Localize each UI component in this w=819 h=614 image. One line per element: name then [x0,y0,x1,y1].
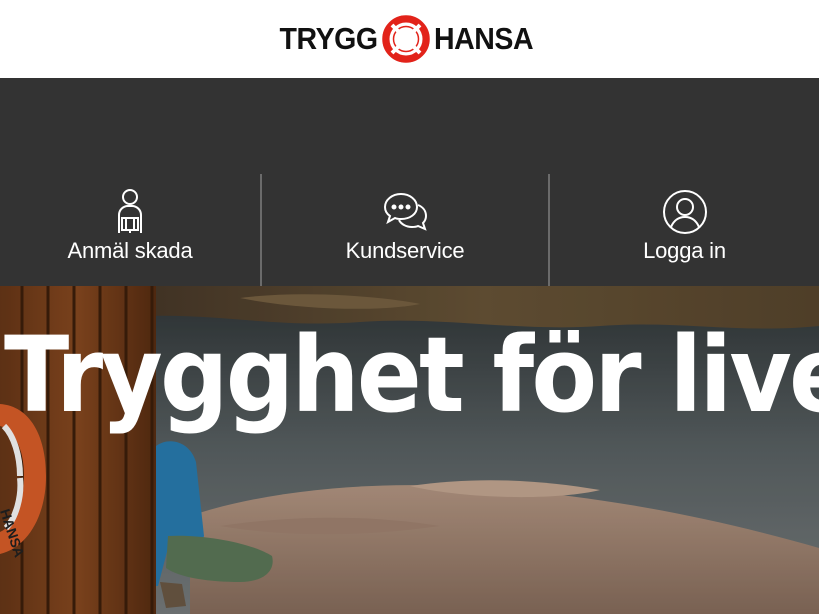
nav-report-claim-label: Anmäl skada [67,238,193,263]
hero-title: Trygghet för livet [4,314,819,436]
nav-customer-service-label: Kundservice [345,238,465,263]
quick-links-nav: Anmäl skada Kundservice Logga in [0,174,819,286]
nav-login[interactable]: Logga in [550,174,819,286]
nav-login-label: Logga in [643,238,726,263]
chat-bubbles-icon [383,192,428,231]
brand-logo[interactable]: TRYGG HANSA [271,15,541,63]
nav-report-claim[interactable]: Anmäl skada [0,174,260,286]
user-circle-icon [662,190,707,234]
lifebuoy-logo-icon [382,15,430,63]
nav-customer-service[interactable]: Kundservice [262,174,548,286]
logo-word-right: HANSA [433,21,534,56]
hero-banner: HANSA Trygghet för livet [0,286,819,614]
logo-word-left: TRYGG [279,21,379,56]
site-header: TRYGG HANSA [0,0,819,78]
person-injury-icon [118,189,142,233]
